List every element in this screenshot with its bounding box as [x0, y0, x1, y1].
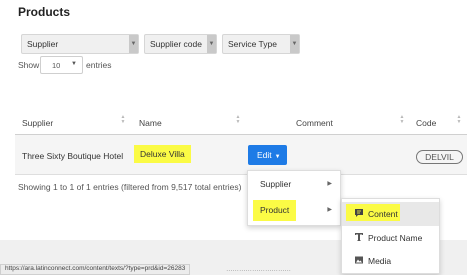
chevron-down-icon: ▼: [207, 35, 216, 53]
chevron-down-icon: ▼: [129, 35, 138, 53]
chevron-down-icon: ▼: [290, 35, 299, 53]
edit-button[interactable]: Edit ▼: [248, 145, 287, 165]
page-title: Products: [18, 5, 71, 19]
menu-item-product-label: Product: [253, 200, 297, 221]
column-header-code[interactable]: Code: [416, 118, 436, 128]
row-name: Deluxe Villa: [134, 145, 191, 163]
edit-button-label: Edit: [257, 150, 272, 160]
menu-item-supplier[interactable]: Supplier ▶: [248, 173, 340, 196]
entries-label: entries: [86, 60, 112, 70]
submenu-item-product-name[interactable]: Product Name: [342, 226, 439, 250]
submenu-item-media-label: Media: [368, 256, 392, 266]
menu-item-supplier-label: Supplier: [260, 179, 292, 189]
status-bar-url: https://ara.latinconnect.com/content/tex…: [0, 264, 191, 275]
submenu-item-media[interactable]: Media: [342, 249, 439, 273]
caret-down-icon: ▼: [71, 61, 77, 67]
product-submenu: Content Product Name Media: [341, 198, 440, 274]
supplier-code-filter[interactable]: Supplier code ▼: [144, 34, 217, 54]
submenu-item-content-label: Content: [368, 209, 398, 219]
column-header-supplier[interactable]: Supplier: [22, 118, 53, 128]
menu-item-product[interactable]: Product ▶: [248, 199, 340, 222]
chat-bubble-icon: [355, 209, 363, 217]
caret-down-icon: ▼: [274, 154, 281, 160]
table-info: Showing 1 to 1 of 1 entries (filtered fr…: [18, 182, 242, 192]
page-length-value: 10: [52, 61, 61, 70]
show-label: Show: [18, 60, 40, 70]
sort-icon[interactable]: ▲ ▼: [399, 115, 405, 125]
image-icon: [355, 256, 363, 264]
service-type-filter[interactable]: Service Type ▼: [222, 34, 300, 54]
supplier-filter-label: Supplier: [27, 39, 59, 49]
submenu-item-product-name-label: Product Name: [368, 233, 423, 243]
row-divider: [15, 174, 467, 175]
code-badge: DELVIL: [416, 150, 463, 164]
supplier-filter[interactable]: Supplier ▼: [21, 34, 139, 54]
products-page: Products Supplier ▼ Supplier code ▼ Serv…: [0, 0, 467, 275]
chevron-right-icon: ▶: [327, 181, 332, 187]
sort-icon[interactable]: ▲ ▼: [120, 115, 126, 125]
edit-dropdown-menu: Supplier ▶ Product ▶: [247, 170, 341, 226]
chevron-right-icon: ▶: [327, 207, 332, 213]
column-header-comment[interactable]: Comment: [296, 118, 333, 128]
submenu-item-content[interactable]: Content: [342, 202, 439, 226]
page-length-select[interactable]: 10 ▼: [40, 56, 83, 74]
column-header-name[interactable]: Name: [139, 118, 162, 128]
supplier-code-filter-label: Supplier code: [150, 39, 202, 49]
sort-icon[interactable]: ▲ ▼: [456, 115, 462, 125]
service-type-filter-label: Service Type: [228, 39, 277, 49]
sort-icon[interactable]: ▲ ▼: [235, 115, 241, 125]
row-supplier: Three Sixty Boutique Hotel: [22, 151, 124, 161]
text-t-icon: [355, 233, 363, 241]
status-bar-overflow: …………………………: [226, 266, 291, 273]
